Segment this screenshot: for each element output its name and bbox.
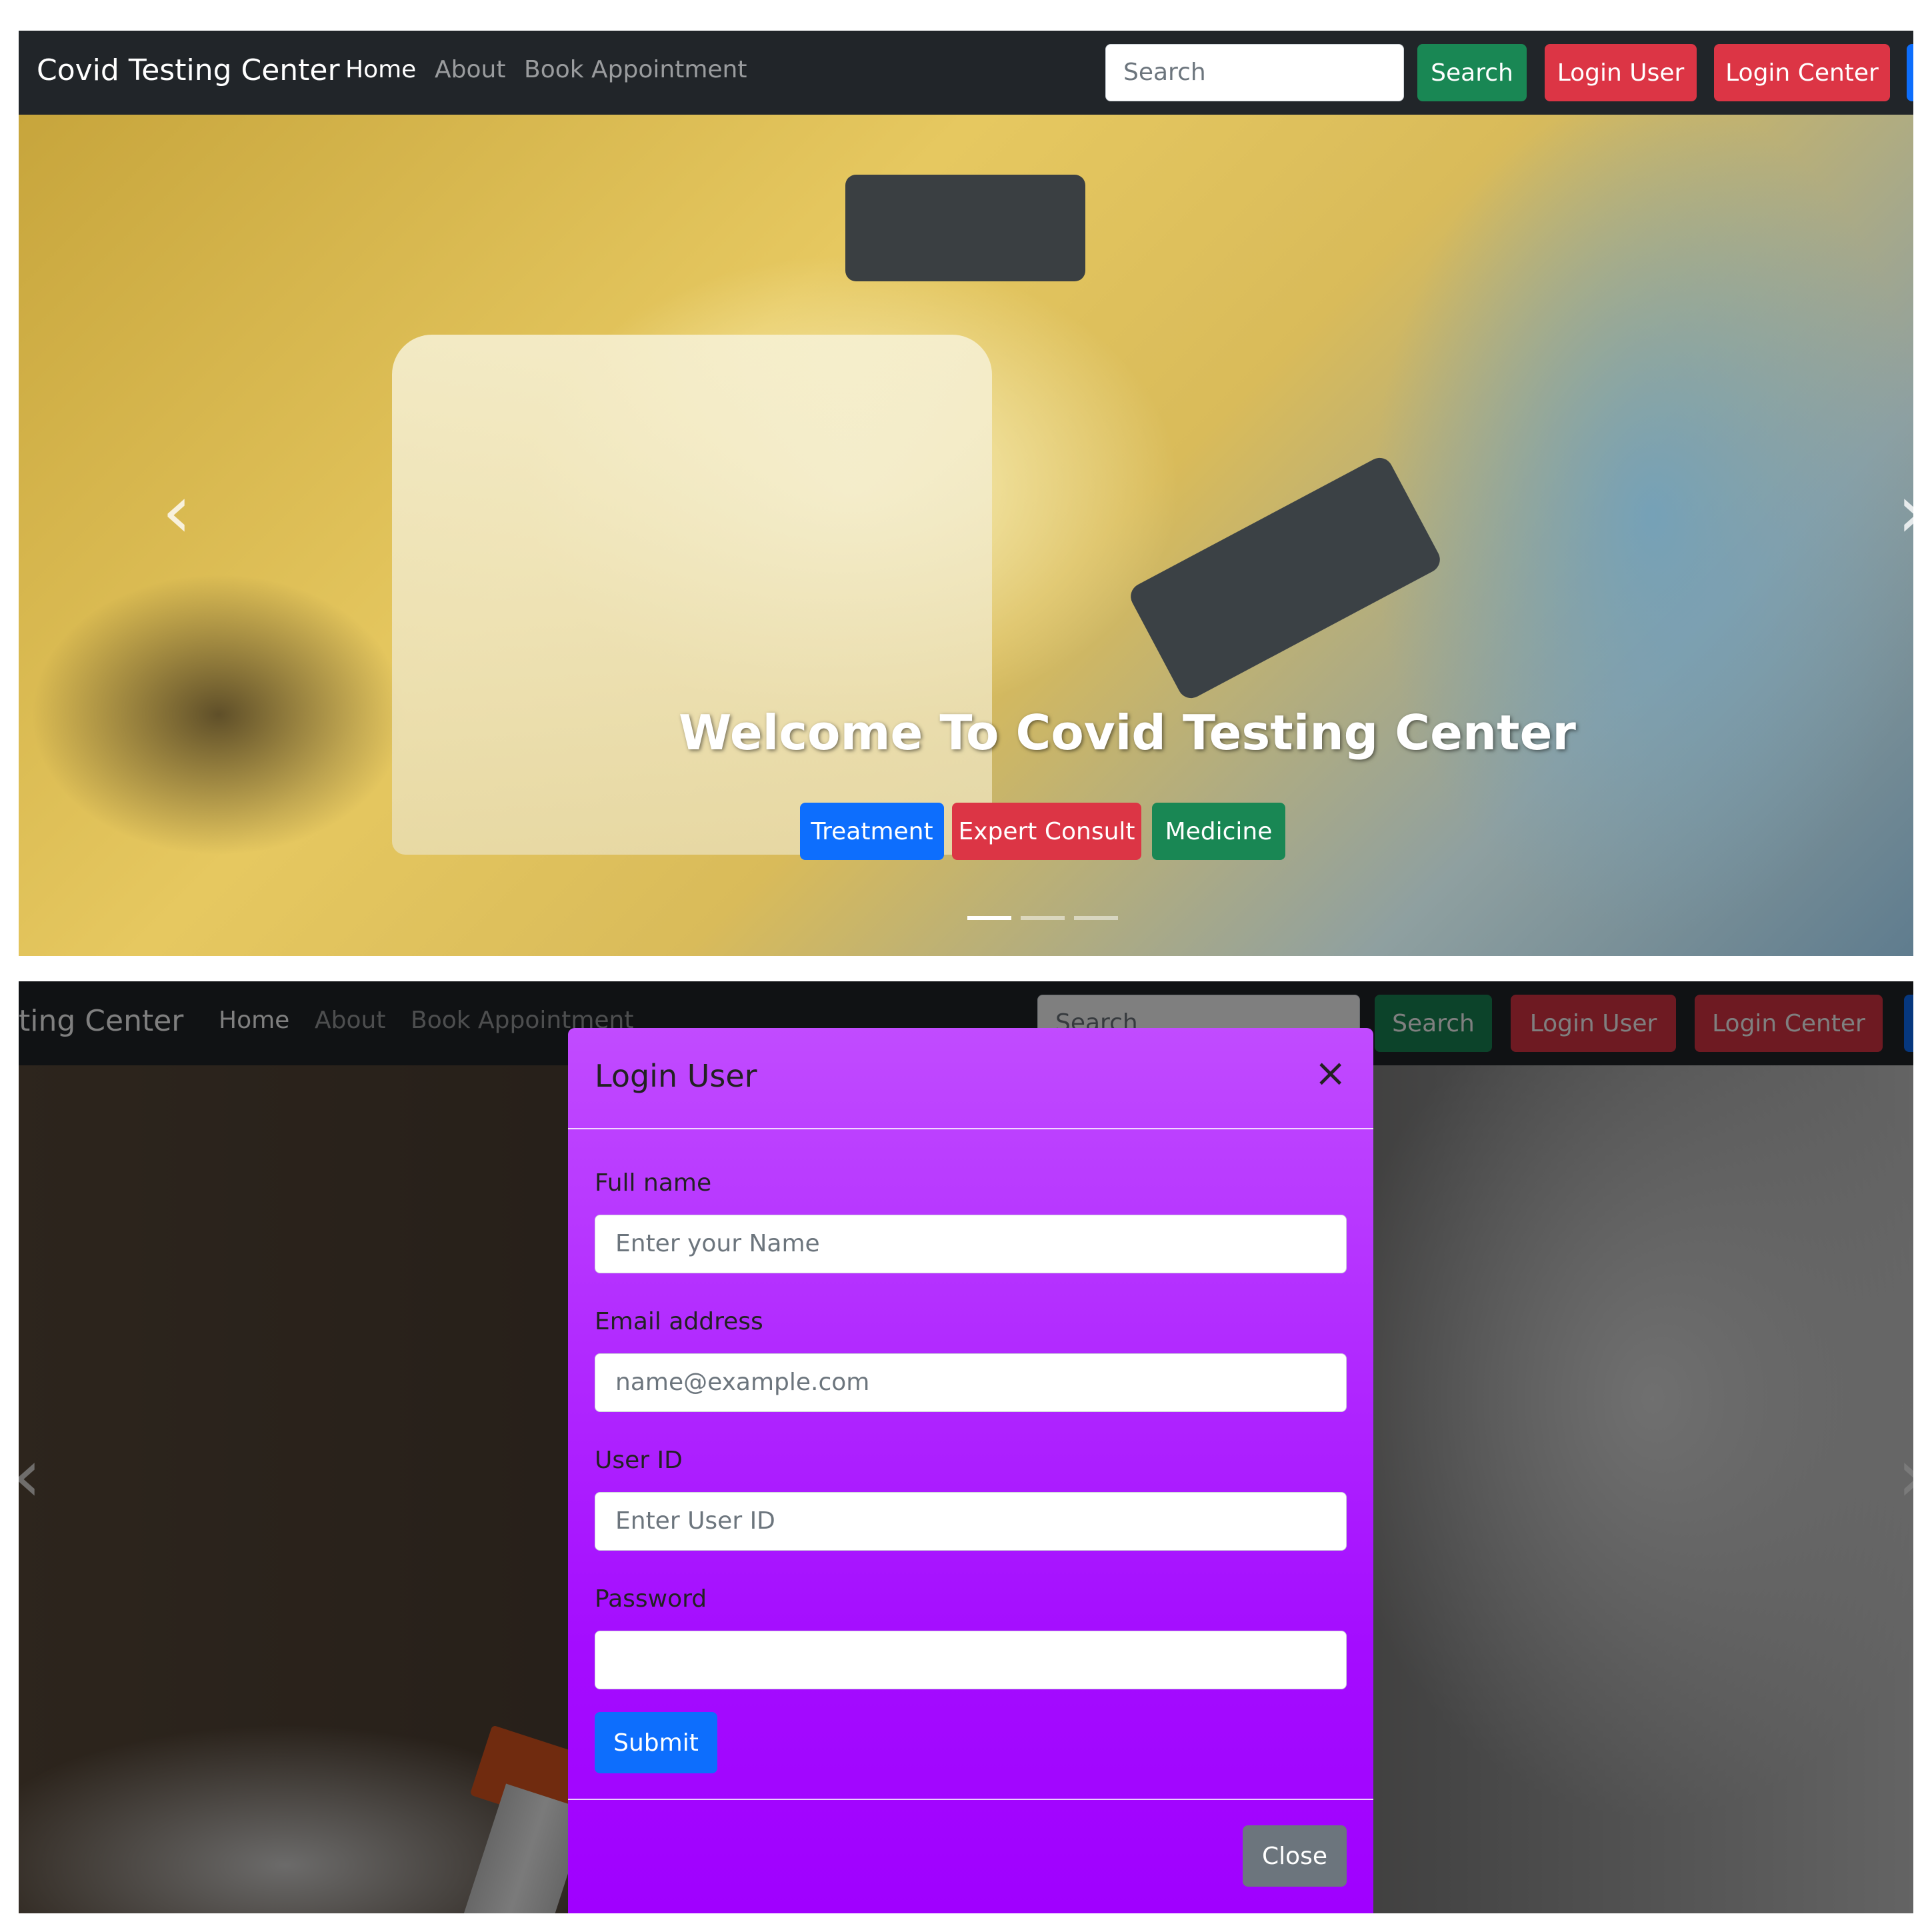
login-user-modal: Login User × Full name Enter your Name E… — [568, 1028, 1373, 1913]
brand-title[interactable]: Covid Testing Center — [37, 53, 340, 87]
email-input[interactable]: name@example.com — [595, 1353, 1347, 1412]
carousel-indicator-1[interactable] — [967, 916, 1011, 920]
user-id-input[interactable]: Enter User ID — [595, 1492, 1347, 1551]
medicine-button[interactable]: Medicine — [1152, 803, 1285, 860]
search-button[interactable]: Search — [1417, 44, 1527, 101]
email-label: Email address — [595, 1308, 763, 1335]
user-id-label: User ID — [595, 1447, 683, 1474]
carousel-prev-icon[interactable]: ‹ — [162, 475, 191, 548]
nav-book-appointment[interactable]: Book Appointment — [524, 56, 747, 83]
carousel-indicator-3[interactable] — [1074, 916, 1118, 920]
treatment-button[interactable]: Treatment — [800, 803, 944, 860]
full-name-input[interactable]: Enter your Name — [595, 1215, 1347, 1273]
expert-consult-button[interactable]: Expert Consult — [952, 803, 1141, 860]
submit-button[interactable]: Submit — [595, 1712, 717, 1773]
modal-header: Login User × — [568, 1028, 1373, 1129]
login-center-button[interactable]: Login Center — [1714, 44, 1890, 101]
homepage-screenshot: Covid Testing Center Home About Book App… — [19, 31, 1913, 956]
hero-carousel: ‹ › Welcome To Covid Testing Center Trea… — [19, 115, 1913, 956]
nav-about[interactable]: About — [435, 56, 505, 83]
password-input[interactable] — [595, 1631, 1347, 1689]
login-user-button[interactable]: Login User — [1545, 44, 1697, 101]
password-label: Password — [595, 1585, 707, 1613]
camera-image — [845, 175, 1085, 281]
close-button[interactable]: Close — [1243, 1825, 1347, 1887]
modal-title: Login User — [595, 1058, 757, 1094]
hero-title: Welcome To Covid Testing Center — [679, 705, 1576, 761]
nav-home[interactable]: Home — [345, 56, 416, 83]
eyepiece-image — [1126, 453, 1445, 703]
modal-footer-divider — [568, 1799, 1373, 1800]
nav-extra-button[interactable] — [1907, 44, 1913, 101]
search-input[interactable]: Search — [1105, 44, 1404, 101]
carousel-indicator-2[interactable] — [1021, 916, 1065, 920]
close-icon[interactable]: × — [1314, 1053, 1347, 1092]
navbar: Covid Testing Center Home About Book App… — [19, 31, 1913, 115]
full-name-label: Full name — [595, 1169, 712, 1197]
microscope-image — [392, 335, 992, 855]
carousel-next-icon[interactable]: › — [1897, 475, 1913, 548]
login-modal-screenshot: ting Center Home About Book Appointment … — [19, 981, 1913, 1913]
